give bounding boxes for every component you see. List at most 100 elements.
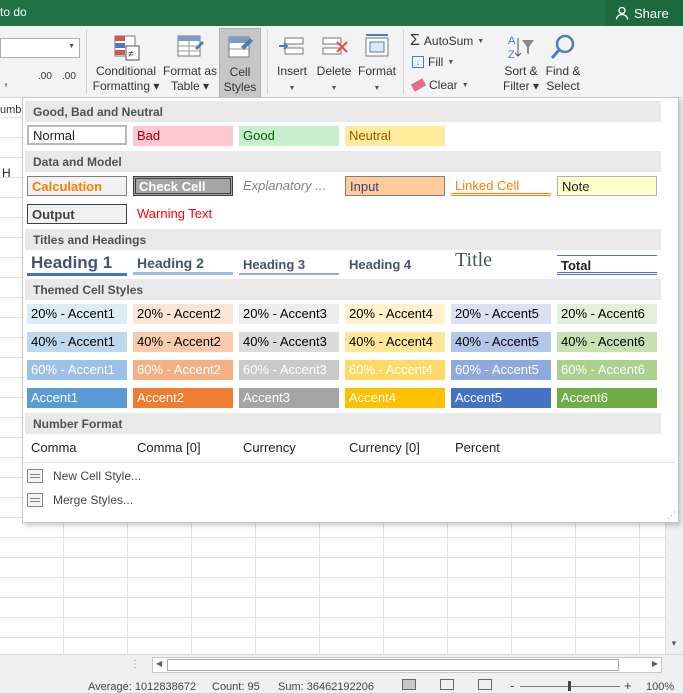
scrollbar-thumb[interactable]	[167, 659, 619, 671]
style-note[interactable]: Note	[557, 176, 657, 196]
page-break-view-icon[interactable]	[478, 679, 492, 690]
style-themed-40-6[interactable]: 40% - Accent6	[557, 332, 657, 352]
style-themed-40-3[interactable]: 40% - Accent3	[239, 332, 339, 352]
style-themed-20-2[interactable]: 20% - Accent2	[133, 304, 233, 324]
number-format-dropdown[interactable]: ▼	[0, 38, 80, 58]
zoom-slider-thumb[interactable]	[568, 681, 571, 691]
style-linked-cell[interactable]: Linked Cell	[451, 176, 551, 196]
separator	[25, 462, 675, 463]
style-themed-40-5[interactable]: 40% - Accent5	[451, 332, 551, 352]
style-themed-60-6[interactable]: 60% - Accent6	[557, 360, 657, 380]
style-accents-5[interactable]: Accent5	[451, 388, 551, 408]
increase-decimal-button[interactable]: .00	[38, 71, 52, 82]
scroll-right-icon[interactable]: ▶	[652, 659, 658, 668]
svg-text:A: A	[508, 35, 516, 47]
zoom-in-button[interactable]: +	[624, 678, 632, 693]
style-heading-3[interactable]: Heading 3	[239, 255, 339, 275]
chevron-down-icon: ▼	[68, 43, 75, 50]
style-heading-1[interactable]: Heading 1	[27, 252, 127, 276]
style-explanatory[interactable]: Explanatory ...	[239, 176, 339, 196]
decrease-decimal-button[interactable]: .00	[62, 71, 76, 82]
style-themed-20-4[interactable]: 20% - Accent4	[345, 304, 445, 324]
style-accents-1[interactable]: Accent1	[27, 388, 127, 408]
merge-styles-item[interactable]: Merge Styles...	[27, 493, 133, 507]
share-button[interactable]: Share	[605, 0, 683, 26]
conditional-formatting-icon: ≠	[114, 35, 140, 61]
style-themed-60-4[interactable]: 60% - Accent4	[345, 360, 445, 380]
style-themed-60-5[interactable]: 60% - Accent5	[451, 360, 551, 380]
style-total[interactable]: Total	[557, 255, 657, 275]
style-title[interactable]: Title	[451, 247, 551, 273]
conditional-formatting-button[interactable]: ≠ Conditional Formatting ▾	[92, 28, 160, 96]
comma-style-button[interactable]: ,	[4, 72, 8, 88]
style-themed-60-3[interactable]: 60% - Accent3	[239, 360, 339, 380]
new-cell-style-item[interactable]: New Cell Style...	[27, 469, 141, 483]
column-header[interactable]: H	[0, 98, 22, 180]
style-output[interactable]: Output	[27, 204, 127, 224]
style-percent[interactable]: Percent	[451, 438, 551, 458]
style-check-cell[interactable]: Check Cell	[133, 176, 233, 196]
section-data-model: Data and Model	[25, 151, 661, 172]
style-themed-20-6[interactable]: 20% - Accent6	[557, 304, 657, 324]
cell-styles-button[interactable]: Cell Styles ▾	[219, 28, 261, 109]
resize-grip-icon[interactable]: ⋰	[667, 510, 676, 521]
style-comma[interactable]: Comma	[27, 438, 127, 458]
insert-button[interactable]: Insert ▼	[272, 28, 312, 96]
zoom-level[interactable]: 100%	[646, 681, 674, 693]
scroll-down-icon[interactable]: ▼	[670, 639, 678, 648]
style-heading-2[interactable]: Heading 2	[133, 253, 233, 275]
normal-view-icon[interactable]	[402, 679, 416, 690]
delete-button[interactable]: Delete ▼	[314, 28, 354, 96]
style-warning-text[interactable]: Warning Text	[133, 204, 233, 224]
style-accents-4[interactable]: Accent4	[345, 388, 445, 408]
fill-button[interactable]: ↓ Fill ▼	[412, 55, 454, 69]
format-as-table-button[interactable]: Format as Table ▾	[162, 28, 218, 96]
style-normal[interactable]: Normal	[27, 125, 127, 145]
format-button[interactable]: Format ▼	[356, 28, 398, 96]
style-neutral[interactable]: Neutral	[345, 126, 445, 146]
style-currency[interactable]: Currency	[239, 438, 339, 458]
sort-filter-button[interactable]: AZ Sort & Filter ▾	[498, 28, 544, 96]
share-label: Share	[634, 5, 669, 21]
style-bad[interactable]: Bad	[133, 126, 233, 146]
style-heading-4[interactable]: Heading 4	[345, 255, 445, 275]
style-accents-2[interactable]: Accent2	[133, 388, 233, 408]
style-accents-3[interactable]: Accent3	[239, 388, 339, 408]
zoom-out-button[interactable]: -	[510, 678, 514, 693]
svg-text:≠: ≠	[128, 49, 134, 60]
style-themed-20-1[interactable]: 20% - Accent1	[27, 304, 127, 324]
style-themed-20-5[interactable]: 20% - Accent5	[451, 304, 551, 324]
style-input[interactable]: Input	[345, 176, 445, 196]
cell-styles-icon	[228, 36, 253, 58]
find-select-button[interactable]: Find & Select ▾	[542, 28, 584, 108]
title-bar: to do Share	[0, 0, 683, 26]
style-accents-6[interactable]: Accent6	[557, 388, 657, 408]
magnifier-icon	[550, 34, 575, 59]
svg-text:Z: Z	[508, 49, 515, 61]
style-themed-20-3[interactable]: 20% - Accent3	[239, 304, 339, 324]
page-layout-view-icon[interactable]	[440, 679, 454, 690]
horizontal-scrollbar[interactable]: ◀ ▶	[152, 657, 662, 673]
column-header-label: H	[2, 166, 11, 180]
status-average: Average: 1012838672	[88, 681, 197, 693]
person-icon	[615, 6, 629, 20]
style-themed-40-4[interactable]: 40% - Accent4	[345, 332, 445, 352]
chevron-down-icon: ▼	[461, 81, 469, 89]
decrease-decimal-icon: .00	[62, 71, 76, 82]
style-currency-0[interactable]: Currency [0]	[345, 438, 445, 458]
style-themed-40-2[interactable]: 40% - Accent2	[133, 332, 233, 352]
scroll-left-icon[interactable]: ◀	[156, 659, 162, 668]
separator	[86, 30, 87, 94]
chevron-down-icon: ▼	[447, 58, 455, 66]
style-good[interactable]: Good	[239, 126, 339, 146]
style-themed-60-2[interactable]: 60% - Accent2	[133, 360, 233, 380]
chevron-down-icon: ▼	[373, 85, 381, 92]
style-calculation[interactable]: Calculation	[27, 176, 127, 196]
eraser-icon	[410, 78, 427, 92]
style-themed-40-1[interactable]: 40% - Accent1	[27, 332, 127, 352]
split-handle-icon[interactable]: ⋮	[130, 659, 140, 670]
clear-button[interactable]: Clear ▼	[410, 78, 469, 92]
style-comma-0[interactable]: Comma [0]	[133, 438, 233, 458]
style-themed-60-1[interactable]: 60% - Accent1	[27, 360, 127, 380]
autosum-button[interactable]: Σ AutoSum ▼	[410, 32, 484, 50]
